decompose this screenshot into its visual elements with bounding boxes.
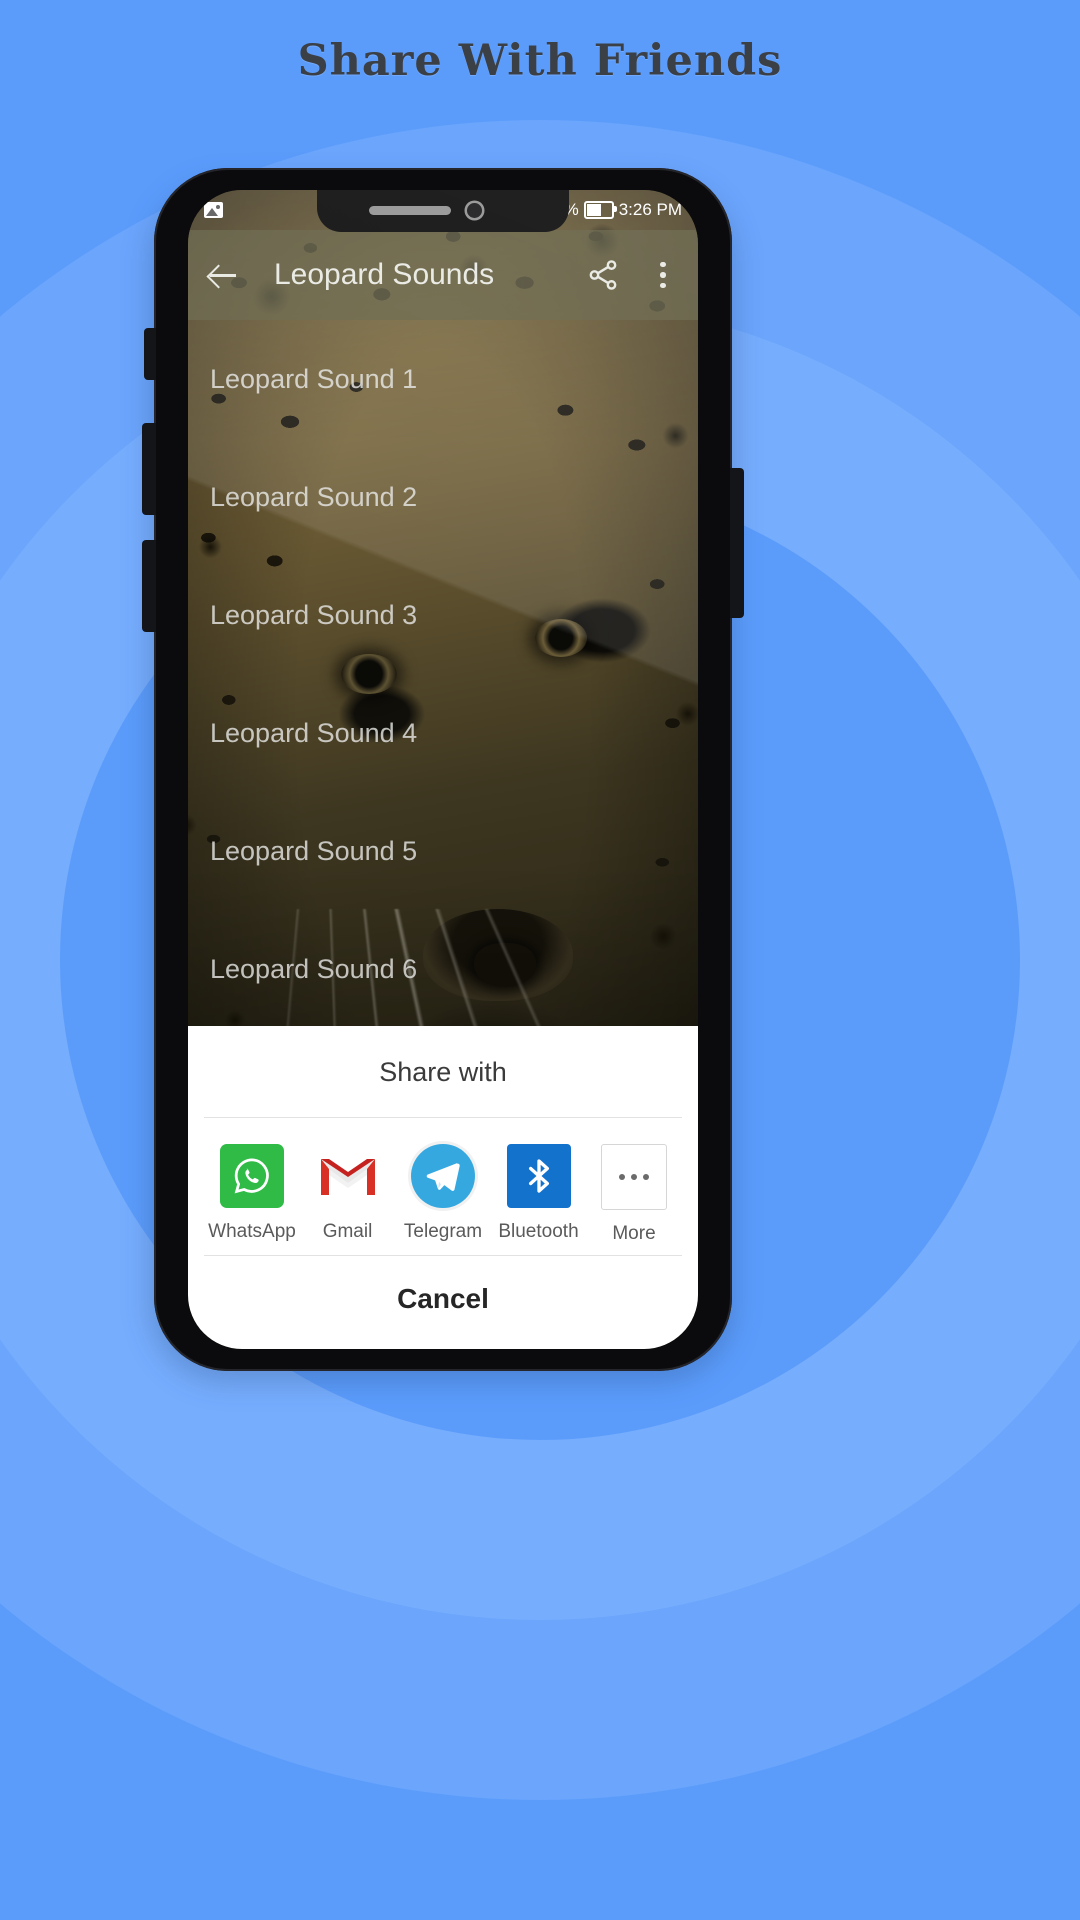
share-icon[interactable] [586, 258, 620, 292]
phone-mockup: 0% 3:26 PM Leopard Sounds [142, 168, 744, 1383]
share-target-label: WhatsApp [208, 1221, 296, 1242]
share-target-label: More [612, 1223, 656, 1244]
app-toolbar: Leopard Sounds [188, 230, 698, 320]
status-bar-right: 0% 3:26 PM [554, 200, 682, 220]
list-item[interactable]: Leopard Sound 3 [188, 556, 698, 674]
back-arrow-icon[interactable] [206, 258, 240, 292]
list-item[interactable]: Leopard Sound 4 [188, 674, 698, 792]
battery-icon [583, 201, 617, 219]
bluetooth-icon [506, 1144, 571, 1208]
status-bar-clock: 3:26 PM [618, 200, 682, 219]
list-item[interactable]: Leopard Sound 1 [188, 320, 698, 438]
share-sheet-title: Share with [379, 1057, 507, 1087]
share-target-more[interactable]: More [592, 1144, 676, 1245]
volume-up-button[interactable] [142, 423, 156, 515]
image-icon [204, 202, 223, 218]
overflow-menu-icon[interactable] [646, 258, 680, 292]
whatsapp-icon [220, 1144, 284, 1208]
share-target-gmail[interactable]: Gmail [306, 1144, 390, 1245]
cancel-button[interactable]: Cancel [188, 1256, 698, 1349]
gmail-icon [315, 1144, 380, 1208]
silent-switch[interactable] [144, 328, 156, 380]
list-item[interactable]: Leopard Sound 2 [188, 438, 698, 556]
earpiece-speaker [369, 206, 451, 215]
power-button[interactable] [730, 468, 744, 618]
volume-down-button[interactable] [142, 540, 156, 632]
phone-screen: 0% 3:26 PM Leopard Sounds [188, 190, 698, 1349]
more-icon [601, 1144, 667, 1210]
share-target-telegram[interactable]: Telegram [401, 1144, 485, 1245]
list-item[interactable]: Leopard Sound 6 [188, 910, 698, 1028]
share-target-label: Telegram [403, 1221, 483, 1242]
front-camera [467, 203, 482, 218]
share-target-label: Gmail [322, 1221, 373, 1242]
page-title: Share With Friends [297, 36, 783, 86]
share-target-bluetooth[interactable]: Bluetooth [497, 1144, 581, 1245]
phone-body: 0% 3:26 PM Leopard Sounds [142, 168, 744, 1371]
share-target-list: WhatsApp Gmail Telegram Bluetooth More [188, 1118, 698, 1255]
share-target-label: Bluetooth [498, 1221, 579, 1242]
toolbar-title: Leopard Sounds [274, 258, 495, 291]
sound-list: Leopard Sound 1 Leopard Sound 2 Leopard … [188, 320, 698, 1146]
list-item[interactable]: Leopard Sound 5 [188, 792, 698, 910]
telegram-icon [411, 1144, 475, 1208]
status-bar-left [204, 202, 223, 218]
phone-notch [317, 190, 569, 232]
share-target-whatsapp[interactable]: WhatsApp [208, 1144, 296, 1245]
share-sheet: Share with WhatsApp Gmail Telegram Bluet… [188, 1026, 698, 1349]
